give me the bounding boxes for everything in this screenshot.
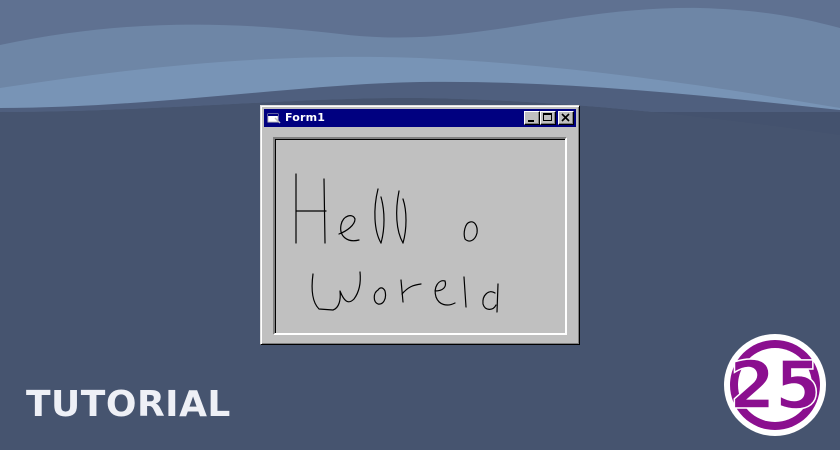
handwritten-hello [295, 173, 478, 244]
handwriting-drawing [295, 173, 499, 313]
form-window[interactable]: Form1 [260, 105, 580, 345]
minimize-button[interactable] [524, 111, 540, 125]
form-icon [267, 113, 281, 124]
close-button[interactable] [558, 111, 574, 125]
maximize-button[interactable] [540, 111, 556, 125]
logo-text: 25 [729, 347, 821, 424]
title-bar[interactable]: Form1 [264, 109, 576, 127]
maximize-icon [543, 113, 552, 121]
close-icon [561, 113, 570, 122]
handwritten-world [311, 271, 499, 313]
minimize-icon [528, 120, 534, 122]
tutorial-label: TUTORIAL [26, 384, 231, 425]
window-title: Form1 [285, 111, 326, 124]
drawing-canvas[interactable] [273, 137, 567, 335]
channel-logo[interactable]: 25 [720, 330, 830, 440]
